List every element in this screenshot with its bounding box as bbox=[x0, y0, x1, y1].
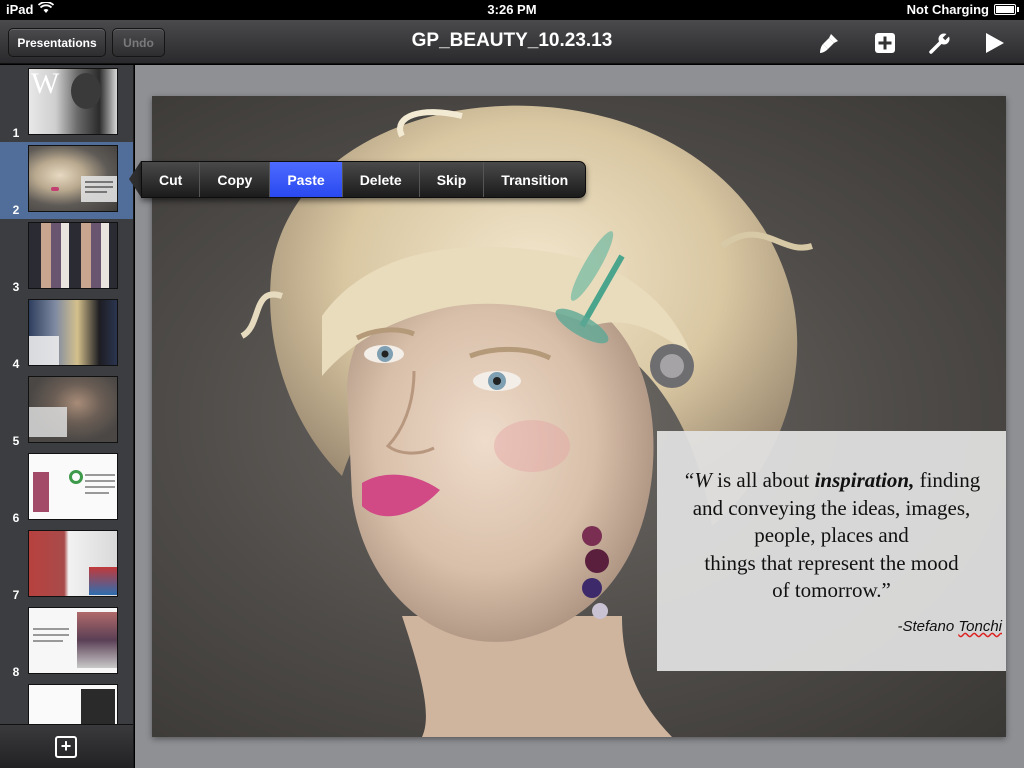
slide-3-preview bbox=[28, 222, 118, 289]
presentations-button[interactable]: Presentations bbox=[8, 28, 106, 57]
slide-6-preview bbox=[28, 453, 118, 520]
slide-number: 3 bbox=[12, 280, 20, 294]
quote-text-box[interactable]: “W is all about inspiration, finding and… bbox=[657, 431, 1006, 671]
slide-number: 7 bbox=[12, 588, 20, 602]
slide-navigator: W 1 2 3 4 5 6 7 8 + bbox=[0, 65, 134, 768]
status-time: 3:26 PM bbox=[487, 2, 537, 17]
slide-thumbnail-7[interactable]: 7 bbox=[0, 527, 133, 604]
add-icon[interactable] bbox=[871, 29, 899, 57]
menu-transition[interactable]: Transition bbox=[483, 162, 585, 197]
quote-is-all-about: is all about bbox=[711, 468, 815, 492]
menu-bar: Cut Copy Paste Delete Skip Transition bbox=[141, 161, 587, 198]
menu-paste[interactable]: Paste bbox=[269, 162, 342, 197]
slide-5-preview bbox=[28, 376, 118, 443]
slide-thumbnail-3[interactable]: 3 bbox=[0, 219, 133, 296]
charging-status: Not Charging bbox=[906, 2, 989, 17]
status-bar: iPad 3:26 PM Not Charging bbox=[0, 0, 1024, 20]
slide-number: 6 bbox=[12, 511, 20, 525]
quote-attribution: -Stefano Tonchi bbox=[897, 618, 1002, 635]
toolbar: Presentations Undo GP_BEAUTY_10.23.13 bbox=[0, 20, 1024, 64]
quote-line4: things that represent the mood bbox=[704, 550, 959, 575]
sidebar-footer: + bbox=[0, 724, 133, 768]
slide-7-preview bbox=[28, 530, 118, 597]
slide-number: 8 bbox=[12, 665, 20, 679]
menu-cut[interactable]: Cut bbox=[142, 162, 199, 197]
menu-skip[interactable]: Skip bbox=[418, 162, 484, 197]
undo-button[interactable]: Undo bbox=[112, 28, 165, 57]
menu-delete[interactable]: Delete bbox=[341, 162, 419, 197]
slide-number: 4 bbox=[12, 357, 20, 371]
wrench-icon[interactable] bbox=[926, 29, 954, 57]
quote-line5: of tomorrow.” bbox=[772, 578, 891, 602]
quote-text: “W is all about inspiration, finding and… bbox=[665, 467, 998, 605]
slide-8-preview bbox=[28, 607, 118, 674]
slide-thumbnail-1[interactable]: W 1 bbox=[0, 65, 133, 142]
slide-number: 2 bbox=[12, 203, 20, 217]
menu-copy[interactable]: Copy bbox=[199, 162, 269, 197]
slide-thumbnail-5[interactable]: 5 bbox=[0, 373, 133, 450]
edit-context-menu: Cut Copy Paste Delete Skip Transition bbox=[129, 161, 587, 198]
paintbrush-icon[interactable] bbox=[815, 29, 843, 57]
slide-1-preview: W bbox=[28, 68, 118, 135]
slide-4-preview bbox=[28, 299, 118, 366]
w-logo-text: W bbox=[31, 68, 60, 100]
slide-thumbnail-6[interactable]: 6 bbox=[0, 450, 133, 527]
quote-w: W bbox=[694, 468, 712, 492]
attribution-name: Tonchi bbox=[958, 618, 1002, 635]
slide-number: 1 bbox=[12, 126, 20, 140]
slide-thumbnail-2[interactable]: 2 bbox=[0, 142, 133, 219]
slide-2-preview bbox=[28, 145, 118, 212]
play-icon[interactable] bbox=[980, 29, 1008, 57]
battery-icon bbox=[994, 4, 1019, 15]
attribution-prefix: -Stefano bbox=[897, 618, 959, 635]
open-quote: “ bbox=[682, 468, 695, 492]
quote-line2: and conveying the ideas, images, bbox=[692, 495, 971, 520]
add-slide-button[interactable]: + bbox=[55, 736, 77, 758]
slide-thumbnail-4[interactable]: 4 bbox=[0, 296, 133, 373]
slide-number: 5 bbox=[12, 434, 20, 448]
quote-line1-rest: finding bbox=[914, 468, 981, 492]
quote-line3: people, places and bbox=[754, 523, 909, 547]
menu-pointer bbox=[129, 161, 141, 197]
slide-thumbnail-8[interactable]: 8 bbox=[0, 604, 133, 681]
quote-inspiration: inspiration, bbox=[814, 468, 915, 492]
